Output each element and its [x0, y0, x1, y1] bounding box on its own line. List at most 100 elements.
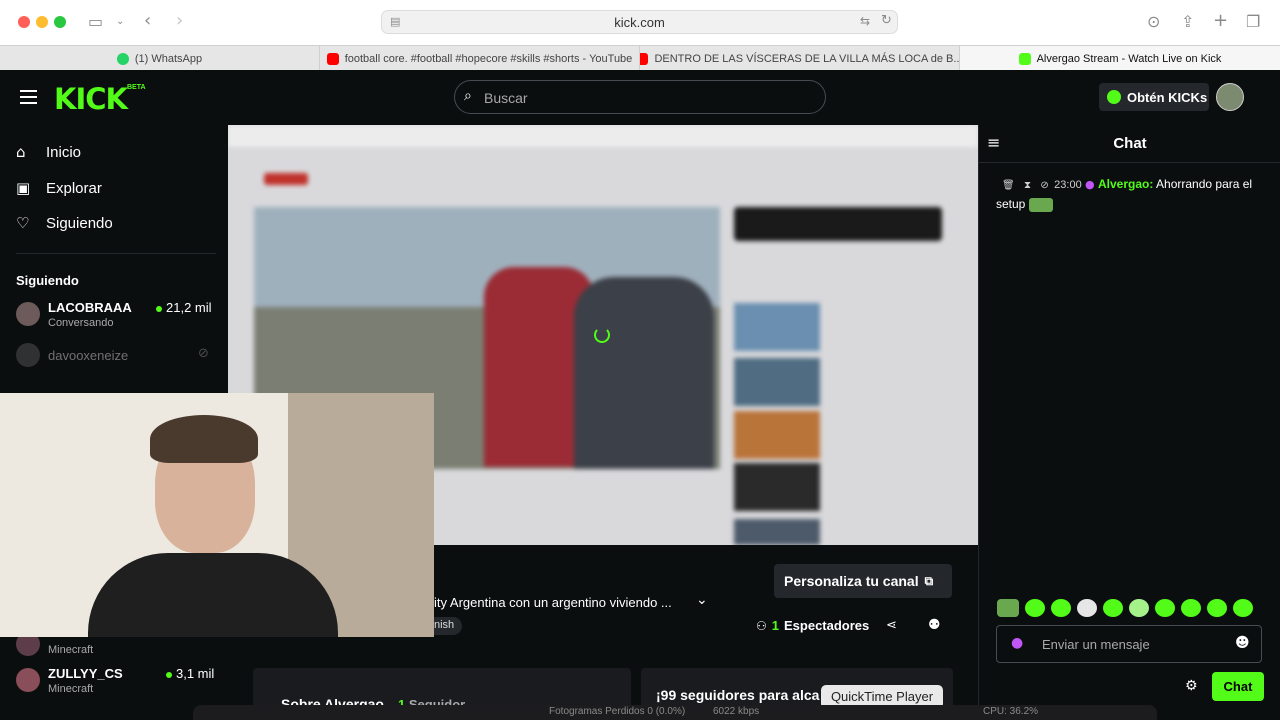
tab-label: (1) WhatsApp — [134, 52, 203, 65]
shared-thumbnail — [734, 463, 820, 511]
emote-icon[interactable] — [1051, 599, 1071, 617]
shared-thumbnail — [734, 519, 820, 545]
kicks-coin-icon — [1107, 90, 1121, 104]
forward-icon[interactable]: › — [176, 10, 183, 31]
close-window-button[interactable] — [18, 16, 30, 28]
emote-icon[interactable] — [1129, 599, 1149, 617]
chevron-down-icon[interactable]: ⌄ — [116, 16, 124, 27]
compass-icon: ▣ — [16, 179, 31, 197]
loading-spinner-icon — [594, 327, 610, 343]
chat-panel: ≡ Chat 🗑 ⧗ ⊘ 23:00 ● Alvergao: Ahorrando… — [978, 125, 1280, 720]
stream-title: ity Argentina con un argentino viviendo … — [434, 595, 672, 610]
viewer-label: Espectadores — [784, 618, 870, 633]
chat-divider — [979, 162, 1280, 163]
following-section-title: Siguiendo — [16, 273, 79, 288]
heart-icon: ♡ — [16, 214, 30, 232]
shared-thumbnail — [734, 358, 820, 406]
sidebar-item-label: Inicio — [46, 143, 82, 161]
emote-icon[interactable] — [1207, 599, 1227, 617]
translate-icon[interactable]: ⇆ — [860, 14, 870, 28]
customize-channel-button[interactable]: Personaliza tu canal ⧉ — [774, 564, 952, 598]
kick-logo[interactable]: KICK — [54, 82, 128, 116]
channel-name: davooxeneize — [48, 348, 129, 363]
tab-youtube-villa[interactable]: DENTRO DE LAS VÍSCERAS DE LA VILLA MÁS L… — [640, 46, 960, 71]
channel-category: Minecraft — [48, 683, 94, 695]
emote-icon[interactable] — [1025, 599, 1045, 617]
tab-label: DENTRO DE LAS VÍSCERAS DE LA VILLA MÁS L… — [654, 52, 960, 65]
search-icon: ⌕ — [464, 88, 472, 104]
trash-icon[interactable]: 🗑 — [1002, 180, 1015, 191]
sidebar-item-label: Siguiendo — [46, 214, 113, 232]
offline-icon: ⊘ — [198, 346, 209, 361]
chat-input-placeholder: Enviar un mensaje — [1042, 637, 1150, 652]
user-avatar[interactable] — [1216, 83, 1244, 111]
menu-icon[interactable] — [20, 90, 37, 104]
tab-whatsapp[interactable]: (1) WhatsApp — [0, 46, 320, 71]
back-icon[interactable]: ‹ — [144, 10, 151, 31]
minimize-window-button[interactable] — [36, 16, 48, 28]
emote-icon[interactable] — [1155, 599, 1175, 617]
followed-channel-lacobraaa[interactable]: LACOBRAAA Conversando 21,2 mil — [0, 296, 228, 330]
chat-title: Chat — [1113, 135, 1147, 152]
beta-badge: BETA — [127, 84, 146, 91]
emote-icon[interactable] — [1103, 599, 1123, 617]
sidebar-item-inicio[interactable]: ⌂ Inicio — [16, 140, 81, 164]
expand-title-icon[interactable]: ⌄ — [696, 592, 708, 608]
youtube-icon — [326, 52, 339, 65]
tab-overview-icon[interactable]: ❐ — [1246, 12, 1260, 31]
followed-channel-zullyy[interactable]: ZULLYY_CS Minecraft 3,1 mil — [0, 662, 228, 696]
emote-icon[interactable] — [1181, 599, 1201, 617]
channel-category: Conversando — [48, 317, 114, 329]
channel-name: LACOBRAAA — [48, 300, 132, 315]
gear-icon[interactable]: ⚙ — [1185, 678, 1198, 694]
live-dot — [156, 305, 162, 312]
shared-browser-bar — [228, 125, 978, 147]
live-dot — [166, 671, 172, 678]
message-time: 23:00 — [1054, 179, 1082, 191]
sidebar-toggle-icon[interactable]: ▭ — [88, 12, 103, 31]
tab-kick-alvergao[interactable]: Alvergao Stream - Watch Live on Kick — [960, 46, 1280, 71]
get-kicks-button[interactable]: Obtén KICKs — [1099, 83, 1209, 111]
emote-icon[interactable] — [997, 599, 1019, 617]
sidebar-item-label: Explorar — [46, 179, 102, 197]
get-kicks-label: Obtén KICKs — [1127, 89, 1208, 105]
whatsapp-icon — [116, 52, 129, 65]
chat-input[interactable]: ● Enviar un mensaje ☻ — [996, 625, 1262, 663]
tab-label: Alvergao Stream - Watch Live on Kick — [1036, 52, 1222, 65]
share-icon[interactable]: ⇪ — [1181, 12, 1194, 31]
followed-channel-davooxeneize[interactable]: davooxeneize ⊘ — [0, 342, 228, 368]
channel-avatar — [16, 302, 40, 326]
shared-thumbnail — [734, 303, 820, 351]
address-bar[interactable]: ▤ kick.com ⇆ ↻ — [381, 10, 898, 34]
emote-icon[interactable] — [1077, 599, 1097, 617]
sidebar-item-siguiendo[interactable]: ♡ Siguiendo — [16, 211, 113, 235]
search-input[interactable]: ⌕ Buscar — [454, 80, 826, 114]
viewer-count: 21,2 mil — [166, 300, 212, 315]
new-tab-icon[interactable]: + — [1213, 10, 1228, 31]
emoji-icon[interactable]: ☻ — [1235, 635, 1250, 651]
share-icon[interactable]: ⋖ — [886, 618, 897, 633]
url-text: kick.com — [614, 15, 665, 30]
emote-icon — [1028, 197, 1053, 212]
broadcaster-badge-icon: ● — [1085, 178, 1095, 191]
tab-bar: (1) WhatsApp football core. #football #h… — [0, 45, 1280, 71]
channel-category: Minecraft — [48, 644, 94, 656]
reload-icon[interactable]: ↻ — [881, 13, 892, 28]
add-user-icon[interactable]: ⚉ — [928, 617, 941, 633]
bitrate: 6022 kbps — [713, 706, 760, 717]
message-user[interactable]: Alvergao — [1098, 177, 1149, 191]
zoom-window-button[interactable] — [54, 16, 66, 28]
tab-youtube-football[interactable]: football core. #football #hopecore #skil… — [320, 46, 640, 71]
ban-icon[interactable]: ⊘ — [1040, 180, 1048, 191]
download-icon[interactable]: ⊙ — [1147, 12, 1160, 31]
channel-name: ZULLYY_CS — [48, 666, 123, 681]
emote-icon[interactable] — [1233, 599, 1253, 617]
channel-viewers: 3,1 mil — [166, 666, 214, 681]
hourglass-icon[interactable]: ⧗ — [1024, 180, 1031, 191]
cpu-usage: CPU: 36.2% — [983, 706, 1039, 717]
sidebar-item-explorar[interactable]: ▣ Explorar — [16, 176, 102, 200]
goal-text: ¡99 seguidores para alca — [656, 687, 820, 703]
youtube-icon — [640, 52, 649, 65]
send-chat-button[interactable]: Chat — [1212, 672, 1264, 701]
microphone-icon: ● — [1011, 635, 1024, 651]
